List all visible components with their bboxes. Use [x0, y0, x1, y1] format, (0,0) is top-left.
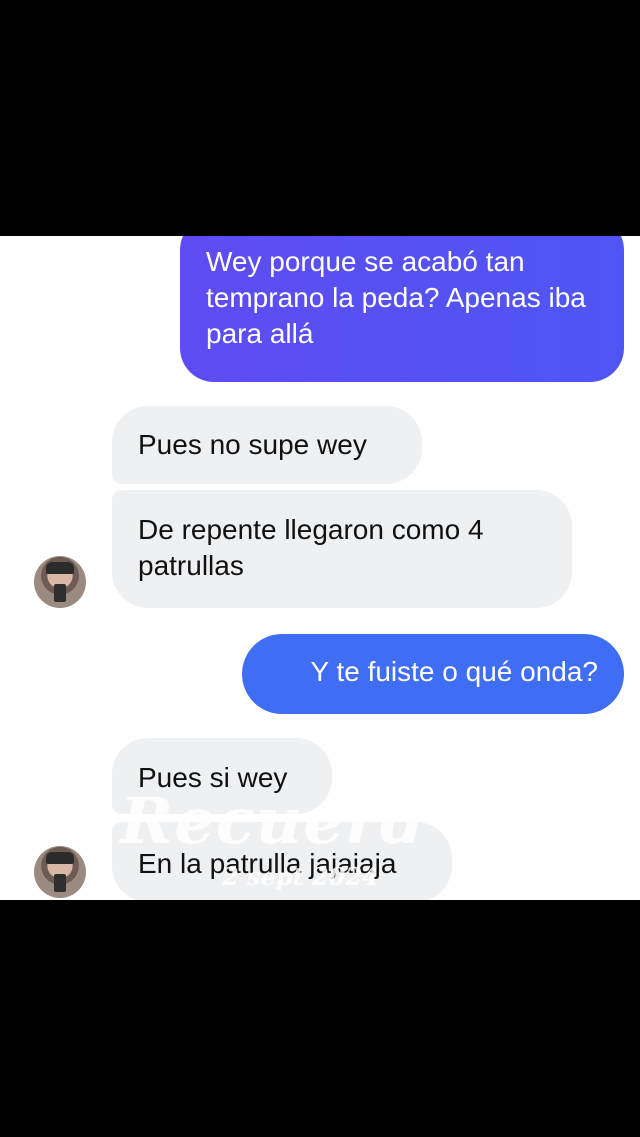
top-letterbox: [0, 0, 640, 236]
bottom-letterbox: [0, 900, 640, 1137]
message-text: Pues no supe wey: [138, 429, 367, 460]
message-bubble-incoming[interactable]: Pues no supe wey: [112, 406, 422, 484]
contact-avatar-icon[interactable]: [34, 556, 86, 608]
message-bubble-incoming[interactable]: Pues si wey: [112, 738, 332, 814]
message-bubble-incoming[interactable]: De repente llegaron como 4 patrullas: [112, 490, 572, 608]
message-text: En la patrulla jajaiaja: [138, 848, 397, 879]
message-bubble-outgoing[interactable]: Wey porque se acabó tan temprano la peda…: [180, 236, 624, 382]
message-bubble-outgoing[interactable]: Y te fuiste o qué onda?: [242, 634, 624, 714]
chat-thread[interactable]: Wey porque se acabó tan temprano la peda…: [0, 236, 640, 900]
message-text: Y te fuiste o qué onda?: [310, 656, 599, 687]
message-text: Pues si wey: [138, 762, 288, 793]
message-bubble-incoming[interactable]: En la patrulla jajaiaja: [112, 822, 452, 900]
message-text: Wey porque se acabó tan temprano la peda…: [206, 246, 586, 349]
message-text: De repente llegaron como 4 patrullas: [138, 514, 484, 581]
contact-avatar-icon[interactable]: [34, 846, 86, 898]
